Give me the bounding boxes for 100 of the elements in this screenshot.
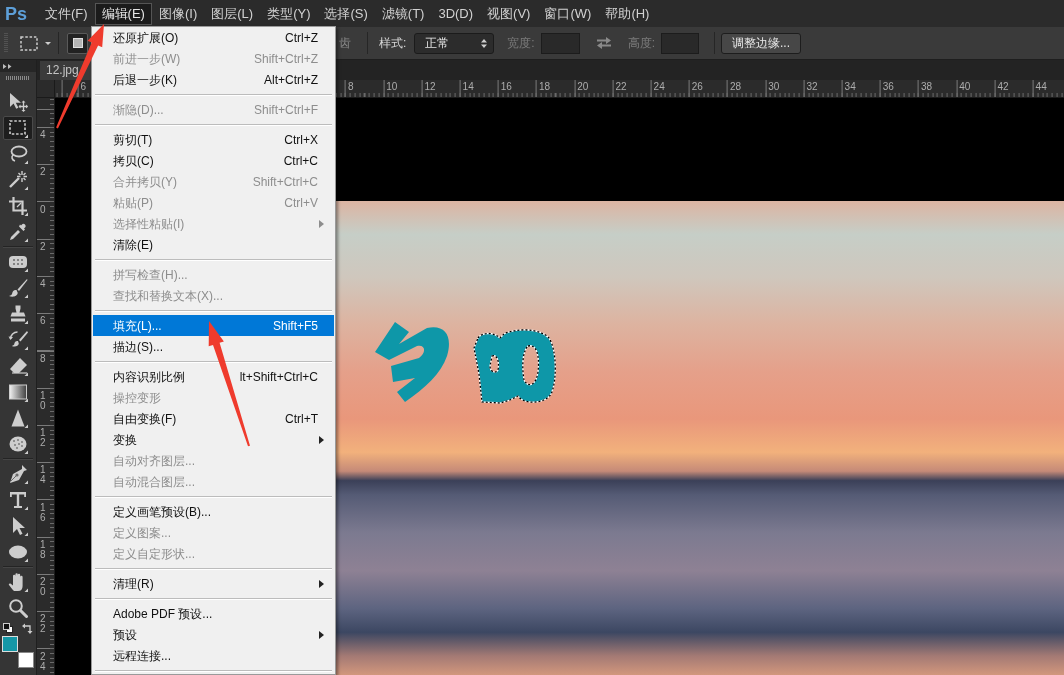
style-dropdown[interactable]: 正常 [414, 32, 495, 54]
brush-icon [8, 278, 28, 298]
default-colors-icon[interactable] [3, 623, 13, 633]
ruler-number: 2 [40, 241, 47, 252]
square-icon [72, 38, 83, 48]
menu-item[interactable]: 描边(S)... [113, 336, 334, 357]
ruler-number: 22 [40, 614, 47, 635]
zoom-icon [8, 598, 28, 618]
ruler-number: 8 [348, 81, 354, 92]
stamp-icon [8, 304, 28, 324]
ruler-number: 14 [40, 465, 47, 486]
ruler-number: 16 [500, 81, 512, 92]
history-brush-icon [8, 330, 28, 350]
background-swatch-icon[interactable] [18, 652, 34, 668]
menu-item[interactable]: 内容识别比例 lt+Shift+Ctrl+C [113, 366, 334, 387]
app-logo: Ps [4, 4, 29, 23]
ruler-number: 24 [40, 651, 47, 672]
keyboard-shortcut: Alt+Ctrl+Z [264, 73, 318, 86]
menu-item[interactable]: 后退一步(K) Alt+Ctrl+Z [113, 69, 334, 90]
ruler-number: 4 [40, 130, 47, 140]
ruler-number: 26 [691, 81, 703, 92]
menu-bar-item[interactable]: 滤镜(T) [374, 2, 432, 25]
swap-colors-icon[interactable] [22, 622, 33, 634]
selection-mode-button[interactable] [67, 32, 88, 54]
triangle-icon [8, 408, 28, 428]
ruler-number: 20 [577, 81, 589, 92]
menu-bar-item[interactable]: 帮助(H) [598, 2, 657, 25]
grip-icon [6, 76, 30, 80]
menu-bar-item[interactable]: 3D(D) [431, 2, 481, 25]
ruler-number: 22 [615, 81, 627, 92]
menu-bar-item[interactable]: 视图(V) [480, 2, 538, 25]
ruler-number: 2 [40, 167, 47, 178]
eraser-icon [8, 356, 28, 376]
swap-arrows-icon[interactable] [595, 37, 612, 49]
keyboard-shortcut: Ctrl+V [284, 196, 318, 209]
menu-item[interactable]: 定义画笔预设(B)... [113, 501, 334, 522]
rectangular-marquee-icon [20, 35, 38, 51]
magic-wand-icon [8, 170, 28, 190]
type-tool-icon [8, 490, 28, 510]
menu-bar-item[interactable]: 文件(F) [38, 2, 95, 25]
foreground-swatch-icon[interactable] [2, 636, 18, 652]
ruler-number: 4 [40, 279, 47, 289]
menu-bar-item[interactable]: 编辑(E) [94, 2, 152, 25]
menu-bar-item[interactable]: 图层(L) [204, 2, 261, 25]
ruler-number: 10 [386, 81, 398, 92]
hand-icon [8, 572, 28, 592]
field-label: 高度: [627, 37, 656, 49]
ruler-number: 30 [768, 81, 780, 92]
menu-item[interactable]: 预设 [113, 624, 334, 645]
ruler-number: 20 [40, 577, 47, 597]
rectangular-marquee-icon [8, 118, 28, 138]
sponge-icon [8, 434, 28, 454]
tool-preset-button[interactable] [20, 33, 51, 53]
ruler-number: 42 [997, 81, 1009, 92]
ruler-number: 6 [80, 81, 87, 92]
keyboard-shortcut: Shift+Ctrl+C [252, 175, 318, 188]
ruler-number: 34 [844, 81, 856, 92]
menu-bar-item[interactable]: 类型(Y) [260, 2, 318, 25]
lasso-icon [8, 144, 28, 164]
menu-bar-item[interactable]: 窗口(W) [537, 2, 599, 25]
refine-edge-button[interactable]: 调整边缘... [721, 32, 802, 54]
menu-item[interactable]: Adobe PDF 预设... [113, 603, 334, 624]
ruler-number: 36 [882, 81, 894, 92]
ruler-number: 8 [40, 353, 47, 364]
menu-item[interactable]: 清理(R) [113, 573, 334, 594]
crop-icon [8, 196, 28, 216]
menu-item[interactable]: 拷贝(C) Ctrl+C [113, 150, 334, 171]
menu-item[interactable]: 剪切(T) Ctrl+X [113, 129, 334, 150]
keyboard-shortcut: Ctrl+T [285, 412, 318, 425]
menu-item[interactable]: 自由变换(F) Ctrl+T [113, 408, 334, 429]
updown-arrows-icon [481, 38, 488, 48]
ruler-number: 14 [462, 81, 474, 92]
field-label: 宽度: [507, 37, 535, 49]
ruler-number: 16 [40, 502, 47, 523]
menu-item[interactable]: 填充(L)... Shift+F5 [93, 315, 334, 336]
ruler-number: 18 [40, 539, 47, 560]
caret-icon [45, 41, 51, 45]
menu-item[interactable]: 还原扩展(O) Ctrl+Z [113, 27, 334, 48]
antialias-label: 齿 [339, 37, 351, 49]
ruler-number: 32 [806, 81, 818, 92]
move-tool-icon [8, 92, 28, 112]
style-label: 样式: [379, 37, 407, 49]
menu-bar-item[interactable]: 图像(I) [151, 2, 205, 25]
ruler-number: 28 [730, 81, 742, 92]
ruler-number: 24 [653, 81, 665, 92]
keyboard-shortcut: Shift+F5 [272, 319, 318, 332]
ruler-number: 0 [40, 204, 47, 215]
ruler-number: 18 [539, 81, 551, 92]
menu-item[interactable]: 变换 [113, 429, 334, 450]
keyboard-shortcut: Ctrl+Z [285, 31, 318, 44]
ruler-number: 40 [959, 81, 971, 92]
ruler-number: 38 [921, 81, 933, 92]
menu-item[interactable]: 清除(E) [113, 234, 334, 255]
tool-button[interactable] [3, 116, 33, 140]
collapse-panel-icon[interactable] [3, 63, 12, 69]
menu-bar-item[interactable]: 选择(S) [317, 2, 375, 25]
ruler-number: 12 [40, 428, 47, 448]
menu-item[interactable]: 远程连接... [113, 645, 334, 666]
ruler-number: 44 [1035, 81, 1047, 92]
ruler-number: 12 [424, 81, 436, 92]
